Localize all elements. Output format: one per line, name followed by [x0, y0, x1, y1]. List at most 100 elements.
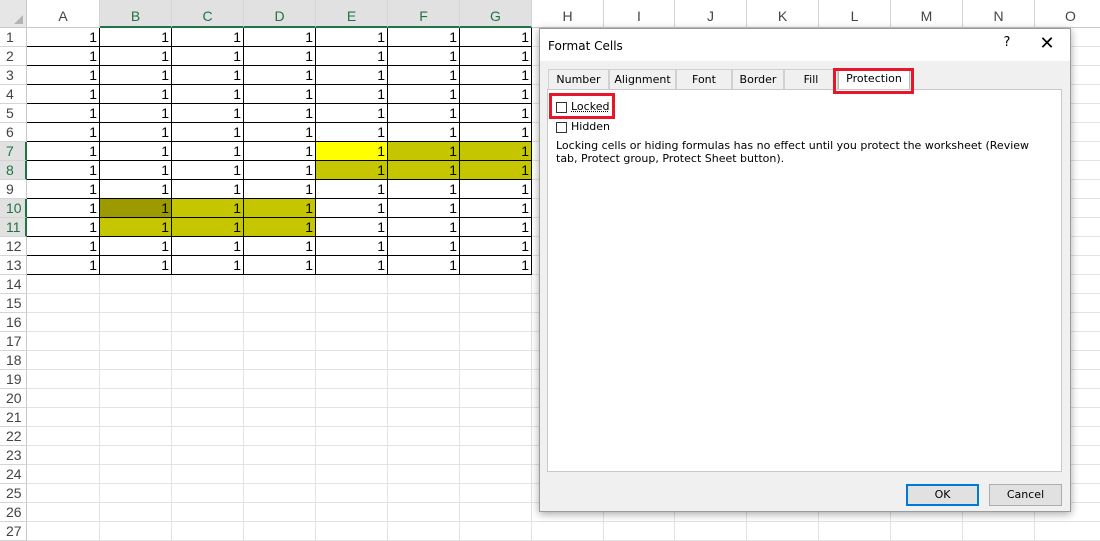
cell[interactable]: 1 [388, 256, 460, 275]
cell[interactable] [460, 446, 532, 465]
cell[interactable]: 1 [100, 104, 172, 123]
cell[interactable] [244, 370, 316, 389]
cell[interactable] [244, 465, 316, 484]
cell[interactable] [460, 313, 532, 332]
cell[interactable] [27, 503, 100, 522]
cell[interactable]: 1 [388, 47, 460, 66]
cell[interactable] [27, 522, 100, 541]
cell[interactable] [388, 427, 460, 446]
select-all-corner[interactable] [0, 0, 27, 28]
cell[interactable] [244, 484, 316, 503]
cell[interactable] [460, 370, 532, 389]
cell[interactable] [172, 294, 244, 313]
cell[interactable] [100, 313, 172, 332]
column-header-l[interactable]: L [819, 0, 891, 28]
cell[interactable] [172, 351, 244, 370]
cell[interactable] [460, 484, 532, 503]
cell[interactable] [100, 503, 172, 522]
cell[interactable]: 1 [172, 180, 244, 199]
column-header-m[interactable]: M [891, 0, 963, 28]
cell[interactable] [316, 294, 388, 313]
row-header-23[interactable]: 23 [0, 446, 27, 465]
cell[interactable]: 1 [388, 123, 460, 142]
cell[interactable] [388, 446, 460, 465]
cell[interactable]: 1 [388, 28, 460, 47]
cell[interactable] [460, 465, 532, 484]
cell[interactable]: 1 [316, 104, 388, 123]
cell[interactable] [244, 332, 316, 351]
cell[interactable]: 1 [244, 161, 316, 180]
cell[interactable]: 1 [172, 161, 244, 180]
cell[interactable]: 1 [244, 66, 316, 85]
cell[interactable] [27, 332, 100, 351]
cell[interactable]: 1 [460, 66, 532, 85]
cell[interactable]: 1 [172, 142, 244, 161]
row-header-17[interactable]: 17 [0, 332, 27, 351]
cell[interactable] [27, 351, 100, 370]
cell[interactable] [172, 503, 244, 522]
cell[interactable] [100, 465, 172, 484]
cell[interactable] [388, 294, 460, 313]
row-header-2[interactable]: 2 [0, 47, 27, 66]
cell[interactable] [100, 484, 172, 503]
cell[interactable] [460, 351, 532, 370]
cell[interactable]: 1 [316, 218, 388, 237]
tab-alignment[interactable]: Alignment [609, 69, 676, 89]
cell[interactable]: 1 [27, 180, 100, 199]
hidden-checkbox[interactable] [556, 121, 567, 133]
cell[interactable] [27, 313, 100, 332]
cell[interactable]: 1 [244, 218, 316, 237]
cell[interactable]: 1 [244, 123, 316, 142]
cell[interactable] [460, 408, 532, 427]
cell[interactable]: 1 [100, 161, 172, 180]
cell[interactable] [675, 522, 747, 541]
cell[interactable] [244, 503, 316, 522]
cell[interactable]: 1 [316, 180, 388, 199]
row-header-20[interactable]: 20 [0, 389, 27, 408]
cell[interactable] [388, 484, 460, 503]
cancel-button[interactable]: Cancel [989, 484, 1062, 506]
cell[interactable] [388, 332, 460, 351]
cell[interactable]: 1 [172, 256, 244, 275]
cell[interactable] [388, 370, 460, 389]
cell[interactable]: 1 [316, 85, 388, 104]
row-header-15[interactable]: 15 [0, 294, 27, 313]
cell[interactable]: 1 [27, 199, 100, 218]
row-header-14[interactable]: 14 [0, 275, 27, 294]
cell[interactable]: 1 [388, 199, 460, 218]
cell[interactable]: 1 [460, 142, 532, 161]
cell[interactable]: 1 [27, 85, 100, 104]
cell[interactable] [316, 465, 388, 484]
tab-fill[interactable]: Fill [784, 69, 838, 89]
cell[interactable]: 1 [172, 28, 244, 47]
cell[interactable] [747, 522, 819, 541]
cell[interactable] [388, 503, 460, 522]
cell[interactable]: 1 [460, 28, 532, 47]
cell[interactable] [27, 427, 100, 446]
cell[interactable]: 1 [27, 104, 100, 123]
cell[interactable]: 1 [316, 28, 388, 47]
cell[interactable] [100, 427, 172, 446]
cell[interactable]: 1 [244, 142, 316, 161]
column-header-k[interactable]: K [747, 0, 819, 28]
cell[interactable] [244, 522, 316, 541]
column-header-i[interactable]: I [604, 0, 675, 28]
column-header-h[interactable]: H [532, 0, 604, 28]
cell[interactable]: 1 [388, 142, 460, 161]
cell[interactable] [27, 465, 100, 484]
cell[interactable]: 1 [100, 47, 172, 66]
column-header-a[interactable]: A [27, 0, 100, 28]
cell[interactable] [388, 522, 460, 541]
cell[interactable] [316, 408, 388, 427]
cell[interactable] [100, 275, 172, 294]
cell[interactable] [244, 351, 316, 370]
cell[interactable]: 1 [27, 28, 100, 47]
cell[interactable] [27, 370, 100, 389]
cell[interactable] [316, 332, 388, 351]
close-icon[interactable]: ✕ [1036, 33, 1058, 55]
locked-checkbox[interactable] [556, 101, 567, 113]
cell[interactable]: 1 [316, 199, 388, 218]
cell[interactable]: 1 [388, 218, 460, 237]
cell[interactable]: 1 [27, 237, 100, 256]
cell[interactable] [388, 351, 460, 370]
